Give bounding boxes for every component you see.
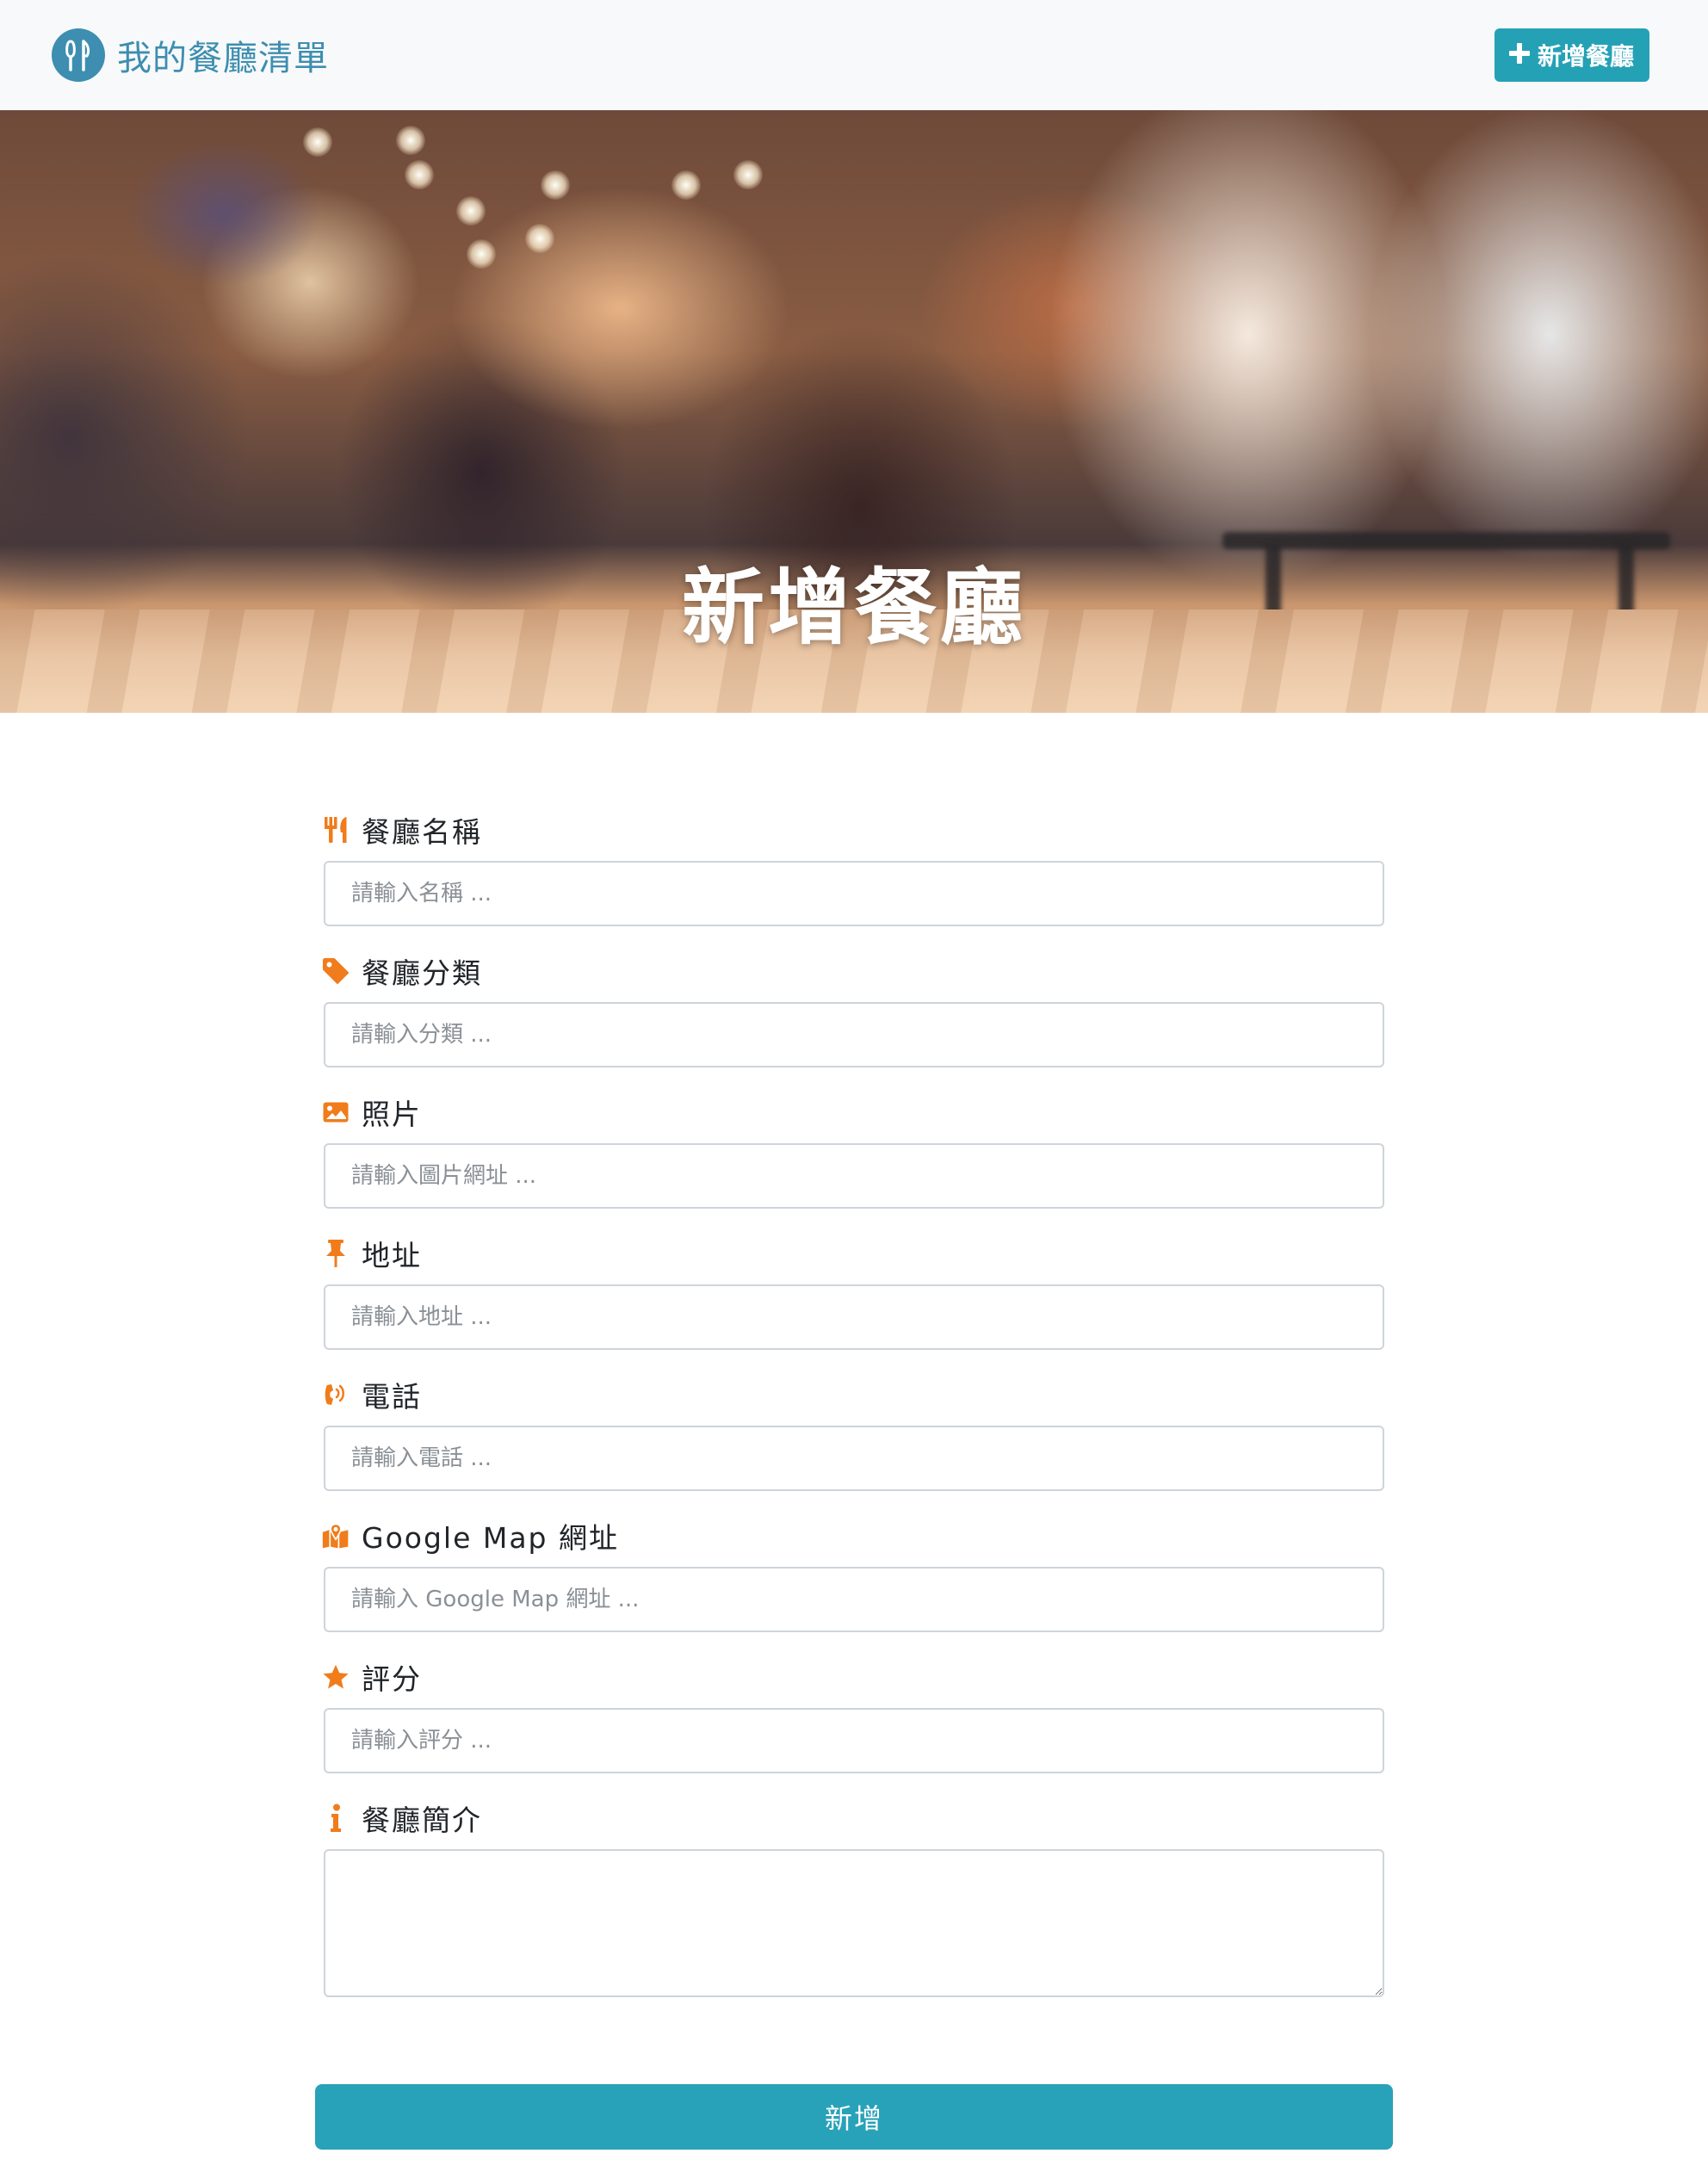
banner-light <box>405 160 434 189</box>
tag-icon <box>322 957 350 985</box>
banner-light <box>396 126 425 155</box>
rating-label: 評分 <box>362 1662 422 1696</box>
page-title: 新增餐廳 <box>682 560 1026 656</box>
phone-volume-icon <box>322 1381 350 1408</box>
add-restaurant-label: 新增餐廳 <box>1537 42 1634 71</box>
banner-light <box>467 239 496 269</box>
name-label: 餐廳名稱 <box>362 815 482 849</box>
add-restaurant-form: 餐廳名稱 餐廳分類 照片 <box>322 809 1384 1997</box>
category-label: 餐廳分類 <box>362 956 482 990</box>
image-field: 照片 <box>322 1092 1384 1209</box>
hero-banner: 新增餐廳 <box>0 110 1708 713</box>
image-icon <box>322 1098 350 1126</box>
star-icon <box>322 1663 350 1691</box>
google-map-label: Google Map 網址 <box>362 1521 619 1555</box>
phone-input[interactable] <box>324 1426 1384 1491</box>
banner-light <box>541 170 570 200</box>
google-map-field: Google Map 網址 <box>322 1515 1384 1632</box>
address-input[interactable] <box>324 1284 1384 1350</box>
description-textarea[interactable] <box>324 1849 1384 1997</box>
image-url-input[interactable] <box>324 1143 1384 1209</box>
description-field: 餐廳簡介 <box>324 1797 1384 1997</box>
banner-light <box>733 160 763 189</box>
name-input[interactable] <box>324 861 1384 926</box>
category-input[interactable] <box>324 1002 1384 1067</box>
image-label: 照片 <box>362 1098 422 1131</box>
rating-field: 評分 <box>322 1656 1384 1773</box>
plus-icon <box>1508 40 1531 71</box>
address-field: 地址 <box>324 1233 1384 1350</box>
banner-light <box>303 127 332 157</box>
phone-label: 電話 <box>362 1380 422 1414</box>
brand-link[interactable]: 我的餐廳清單 <box>52 28 329 82</box>
thumbtack-icon <box>322 1240 350 1267</box>
description-label: 餐廳簡介 <box>362 1804 482 1837</box>
phone-field: 電話 <box>324 1374 1384 1491</box>
banner-light <box>671 170 701 200</box>
banner-light <box>456 196 486 226</box>
brand-title: 我的餐廳清單 <box>117 39 329 78</box>
add-restaurant-button[interactable]: 新增餐廳 <box>1494 28 1649 82</box>
submit-button[interactable]: 新增 <box>315 2084 1393 2150</box>
utensils-icon <box>52 28 105 82</box>
address-label: 地址 <box>362 1239 422 1272</box>
map-marked-icon <box>322 1522 350 1550</box>
google-map-input[interactable] <box>324 1567 1384 1632</box>
category-field: 餐廳分類 <box>322 950 1384 1067</box>
utensils-icon <box>322 816 350 844</box>
banner-light <box>525 224 554 253</box>
navbar: 我的餐廳清單 新增餐廳 <box>0 0 1708 110</box>
info-icon <box>322 1804 350 1832</box>
name-field: 餐廳名稱 <box>324 809 1384 926</box>
rating-input[interactable] <box>324 1708 1384 1773</box>
